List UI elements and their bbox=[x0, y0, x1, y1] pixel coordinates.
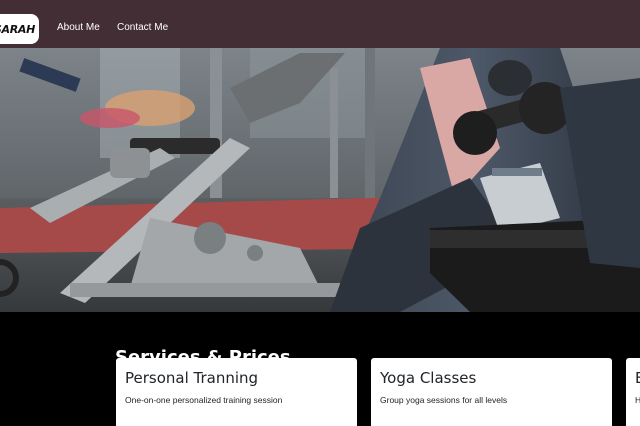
navbar: SARAH About Me Contact Me bbox=[0, 0, 640, 48]
service-card-partial[interactable]: B H bbox=[626, 358, 640, 426]
logo-text: SARAH bbox=[0, 22, 35, 36]
card-title: B bbox=[635, 369, 640, 387]
logo[interactable]: SARAH bbox=[0, 14, 39, 44]
page: SARAH About Me Contact Me bbox=[0, 0, 640, 426]
nav-link-about-me[interactable]: About Me bbox=[57, 22, 100, 33]
card-title: Yoga Classes bbox=[380, 369, 477, 387]
nav-link-contact-me[interactable]: Contact Me bbox=[117, 22, 168, 33]
card-description: Group yoga sessions for all levels bbox=[380, 395, 508, 405]
hero-image bbox=[0, 48, 640, 312]
card-title: Personal Tranning bbox=[125, 369, 259, 387]
card-description: One-on-one personalized training session bbox=[125, 395, 283, 405]
service-card-personal-training[interactable]: Personal Tranning One-on-one personalize… bbox=[116, 358, 357, 426]
card-description: H bbox=[635, 395, 640, 405]
service-card-yoga-classes[interactable]: Yoga Classes Group yoga sessions for all… bbox=[371, 358, 612, 426]
services-section: Services & Prices Personal Tranning One-… bbox=[0, 312, 640, 426]
